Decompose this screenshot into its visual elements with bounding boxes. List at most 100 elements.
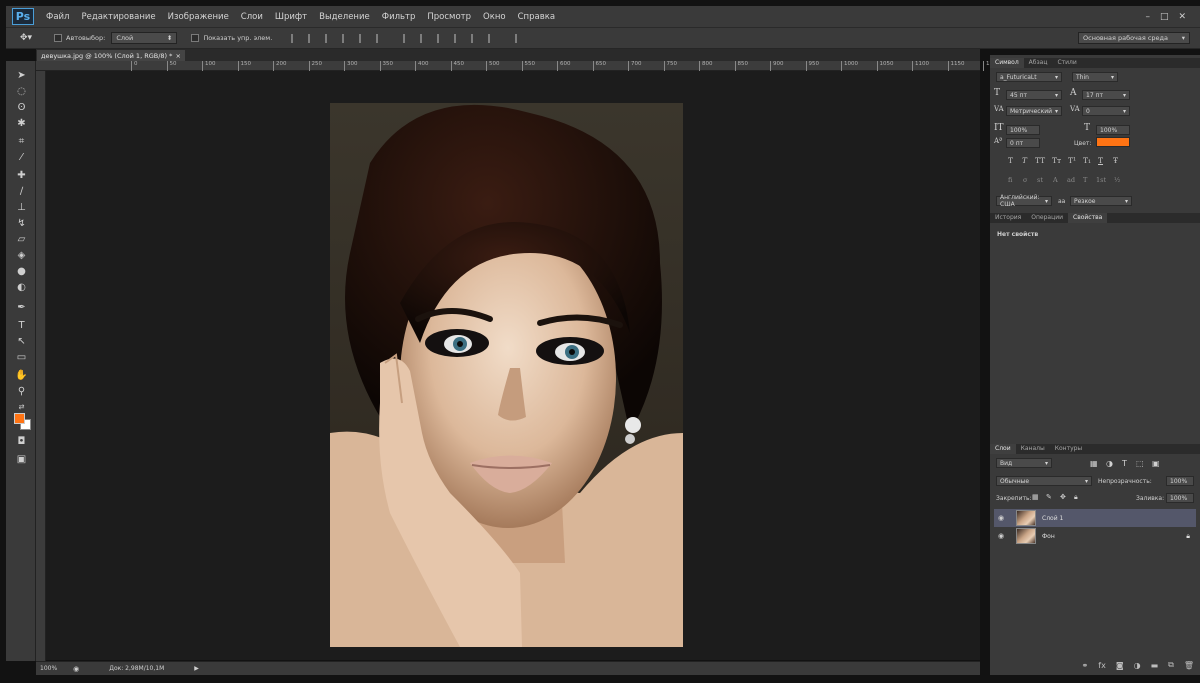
titling-button[interactable]: T [1083,176,1087,184]
tab-character[interactable]: Символ [990,58,1024,68]
antialias-select[interactable]: Резкое ▾ [1070,196,1132,206]
pen-icon[interactable]: ✒ [15,301,28,314]
ligatures-button[interactable]: fi [1008,176,1012,184]
new-layer-icon[interactable]: ⧉ [1168,660,1174,670]
tab-styles[interactable]: Стили [1052,58,1081,68]
filter-shape-icon[interactable]: ⬚ [1136,459,1144,468]
move-tool-icon[interactable]: ➤ [15,69,28,82]
document-image[interactable] [330,103,683,647]
small-caps-button[interactable]: Tт [1052,156,1061,165]
blend-mode-select[interactable]: Обычные ▾ [996,476,1092,486]
zoom-icon[interactable]: ⚲ [15,385,28,398]
move-tool-preset-icon[interactable]: ✥▾ [20,33,46,43]
menu-help[interactable]: Справка [512,12,561,22]
align-right-icon[interactable] [376,33,383,43]
font-style-select[interactable]: Thin ▾ [1072,72,1118,82]
tracking-field[interactable]: 0 ▾ [1082,106,1130,116]
delete-layer-icon[interactable]: 🗑︎ [1184,661,1194,670]
menu-select[interactable]: Выделение [313,12,376,22]
font-size-field[interactable]: 45 пт ▾ [1006,90,1062,100]
auto-align-icon[interactable] [515,33,522,43]
distribute-right-icon[interactable] [488,33,495,43]
filter-smart-object-icon[interactable]: ▣ [1152,459,1160,468]
blur-icon[interactable]: ● [15,265,28,278]
type-tool-icon[interactable]: T [15,319,28,332]
font-family-select[interactable]: a_FuturicaLt ▾ [996,72,1062,82]
opacity-field[interactable]: 100% [1166,476,1194,486]
visibility-eye-icon[interactable]: ◉ [994,532,1008,540]
tab-actions[interactable]: Операции [1026,213,1068,223]
align-hcenter-icon[interactable] [359,33,366,43]
link-layers-icon[interactable]: ⚭ [1082,661,1089,670]
status-menu-arrow-icon[interactable]: ▶ [194,665,199,672]
menu-type[interactable]: Шрифт [269,12,313,22]
tab-channels[interactable]: Каналы [1016,444,1050,454]
document-tab[interactable]: девушка.jpg @ 100% (Слой 1, RGB/8) * × [36,49,186,61]
distribute-hcenter-icon[interactable] [471,33,478,43]
tab-layers[interactable]: Слои [990,444,1016,454]
align-top-icon[interactable] [291,33,298,43]
faux-bold-button[interactable]: T [1008,156,1013,165]
menu-layer[interactable]: Слои [235,12,269,22]
minimize-button[interactable]: – [1145,12,1150,22]
layer-filter-select[interactable]: Вид ▾ [996,458,1052,468]
ellipse-marquee-icon[interactable]: ◌ [15,85,28,98]
fractions-button[interactable]: ½ [1114,176,1120,184]
path-selection-icon[interactable]: ↖ [15,335,28,348]
healing-brush-icon[interactable]: ✚ [15,169,28,182]
hand-icon[interactable]: ✋ [15,369,28,382]
language-select[interactable]: Английский: США ▾ [996,194,1052,208]
visibility-eye-icon[interactable]: ◉ [994,514,1008,522]
distribute-bottom-icon[interactable] [437,33,444,43]
superscript-button[interactable]: T¹ [1068,156,1076,165]
filter-pixel-icon[interactable]: ▦ [1090,459,1098,468]
lock-transparency-icon[interactable]: ▦ [1032,493,1039,501]
lock-position-icon[interactable]: ✥ [1060,493,1066,501]
stylistic-button[interactable]: st [1037,176,1043,184]
alt-ligatures-button[interactable]: σ [1023,176,1027,184]
menu-edit[interactable]: Редактирование [75,12,161,22]
align-bottom-icon[interactable] [325,33,332,43]
magic-wand-icon[interactable]: ✱ [15,117,28,130]
adjustment-layer-icon[interactable]: ◑ [1134,661,1141,670]
ordinals-button[interactable]: 1st [1096,176,1106,184]
menu-window[interactable]: Окно [477,12,512,22]
tab-properties[interactable]: Свойства [1068,213,1108,223]
layer-row-background[interactable]: ◉ Фон 🔒︎ [994,527,1196,545]
tab-paragraph[interactable]: Абзац [1024,58,1053,68]
history-brush-icon[interactable]: ↯ [15,217,28,230]
all-caps-button[interactable]: TT [1035,156,1045,165]
maximize-button[interactable]: □ [1160,12,1169,22]
eraser-icon[interactable]: ▱ [15,233,28,246]
distribute-top-icon[interactable] [403,33,410,43]
strikethrough-button[interactable]: Ŧ [1113,156,1118,165]
faux-italic-button[interactable]: T [1022,156,1027,165]
clone-stamp-icon[interactable]: ⊥ [15,201,28,214]
quick-mask-icon[interactable]: ◘ [15,435,28,448]
brush-icon[interactable]: ∕ [15,185,28,198]
menu-view[interactable]: Просмотр [421,12,477,22]
zoom-value[interactable]: 100% [40,665,57,672]
eyedropper-icon[interactable]: ⁄ [15,151,28,164]
menu-image[interactable]: Изображение [162,12,235,22]
lock-all-icon[interactable]: 🔒︎ [1074,493,1078,502]
close-tab-icon[interactable]: × [176,52,181,60]
text-color-swatch[interactable] [1096,137,1130,147]
kerning-field[interactable]: Метрический ▾ [1006,106,1062,116]
align-vcenter-icon[interactable] [308,33,315,43]
swash-button[interactable]: A [1053,176,1058,184]
lock-pixels-icon[interactable]: ✎ [1046,493,1052,501]
new-group-icon[interactable]: ▬ [1151,661,1159,670]
close-button[interactable]: ✕ [1178,12,1186,22]
paint-bucket-icon[interactable]: ◈ [15,249,28,262]
vertical-scale-field[interactable]: 100% [1006,125,1040,135]
menu-filter[interactable]: Фильтр [376,12,422,22]
tab-history[interactable]: История [990,213,1026,223]
filter-adjustment-icon[interactable]: ◑ [1106,459,1113,468]
filter-type-icon[interactable]: T [1122,459,1127,468]
subscript-button[interactable]: T₁ [1083,156,1091,165]
alternates-button[interactable]: ad [1067,176,1075,184]
autoselect-checkbox[interactable] [54,34,62,42]
tab-paths[interactable]: Контуры [1050,444,1087,454]
distribute-left-icon[interactable] [454,33,461,43]
